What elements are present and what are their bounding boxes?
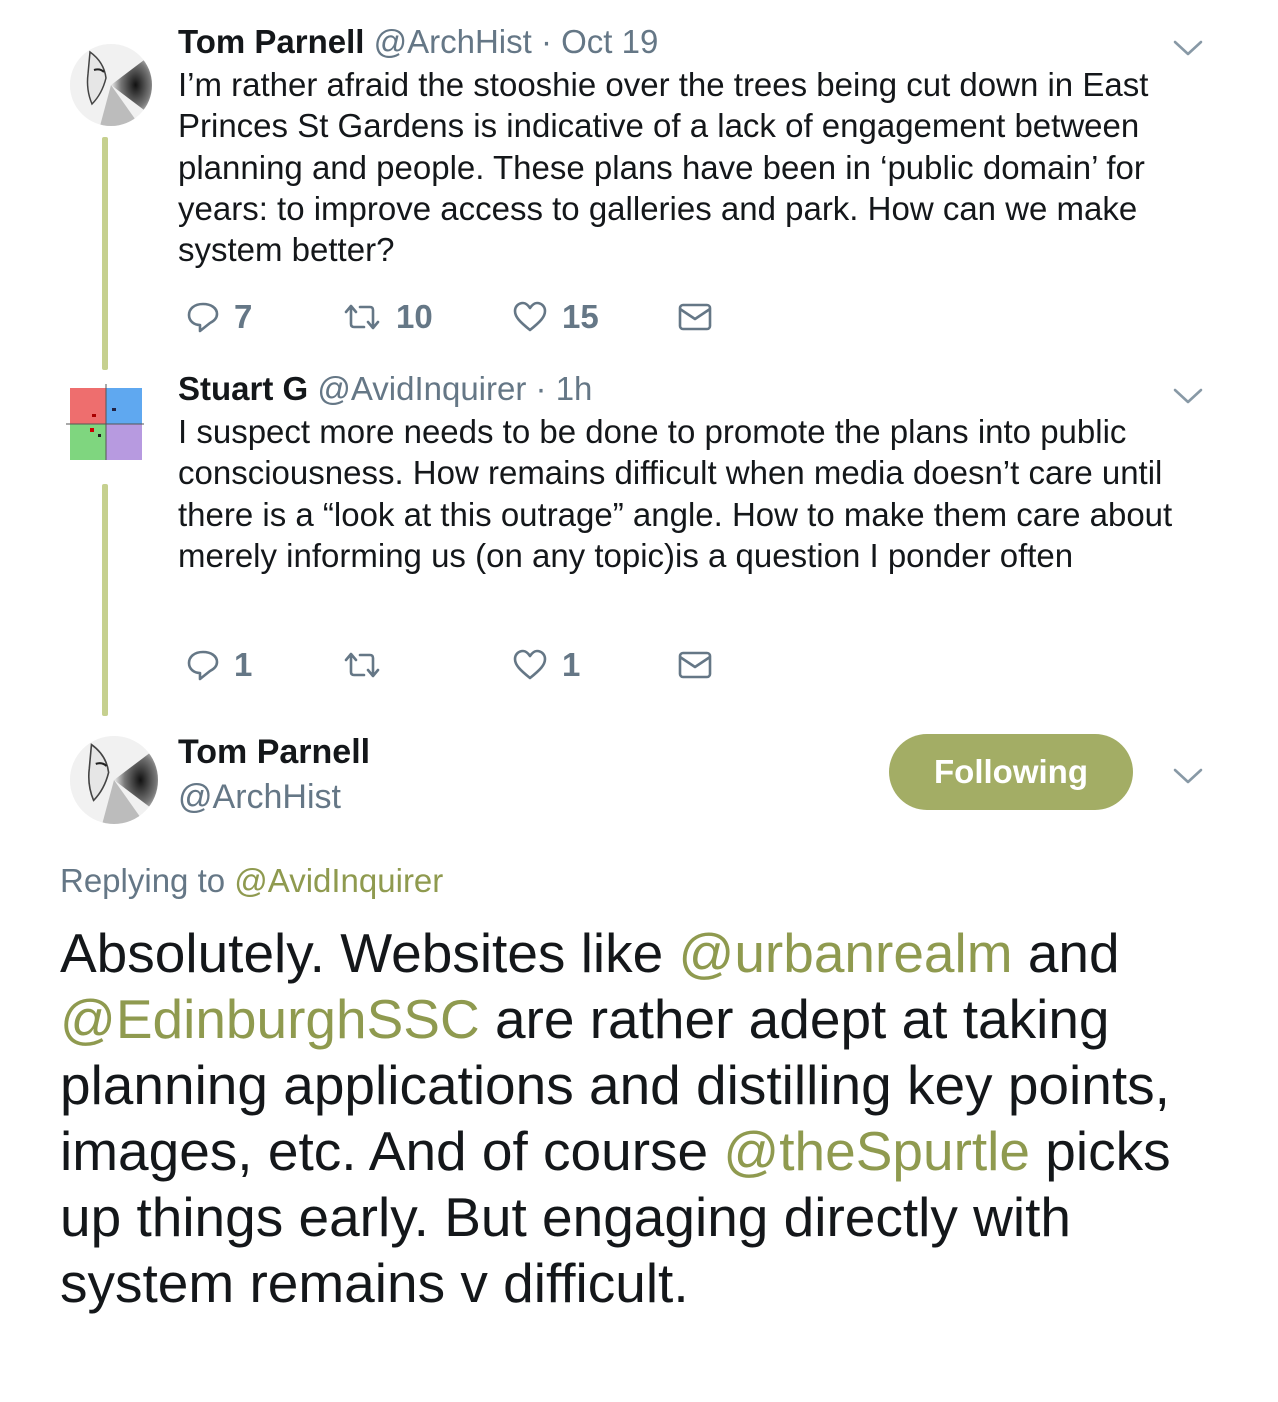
like-count: 15: [562, 298, 599, 335]
author-handle[interactable]: @ArchHist: [374, 23, 532, 60]
dm-icon: [678, 651, 712, 679]
retweet-button[interactable]: 10: [342, 297, 433, 337]
avatar[interactable]: [70, 736, 158, 824]
chevron-down-icon[interactable]: [1172, 386, 1204, 406]
author-name[interactable]: Tom Parnell: [178, 23, 364, 60]
like-icon: [513, 649, 547, 680]
mention-link-urbanrealm[interactable]: @urbanrealm: [679, 922, 1013, 984]
like-button[interactable]: 1: [512, 645, 580, 685]
chevron-down-icon[interactable]: [1172, 766, 1204, 786]
separator-dot: ·: [526, 370, 556, 407]
separator-dot: ·: [531, 23, 562, 60]
tweet-text: I suspect more needs to be done to promo…: [178, 413, 1173, 574]
like-button[interactable]: 15: [512, 297, 599, 337]
tweet-text: I’m rather afraid the stooshie over the …: [178, 66, 1149, 269]
author-handle[interactable]: @AvidInquirer: [317, 370, 526, 407]
author-handle[interactable]: @ArchHist: [178, 776, 341, 818]
text-part: and: [1012, 922, 1120, 984]
like-count: 1: [562, 646, 581, 683]
mention-link-edinburghssc[interactable]: @EdinburghSSC: [60, 988, 480, 1050]
mention-link-thespurtle[interactable]: @theSpurtle: [723, 1120, 1030, 1182]
avatar-image: [70, 44, 152, 126]
reply-count: 1: [234, 646, 253, 683]
thread-line: [102, 137, 108, 370]
text-part: Absolutely. Websites like: [60, 922, 679, 984]
chevron-down-icon[interactable]: [1172, 38, 1204, 58]
replying-prefix: Replying to: [60, 862, 226, 899]
avatar[interactable]: [70, 44, 152, 126]
reply-icon: [187, 650, 219, 681]
author-name[interactable]: Stuart G: [178, 370, 308, 407]
retweet-icon: [344, 304, 380, 330]
main-tweet-text: Absolutely. Websites like @urbanrealm an…: [60, 920, 1240, 1316]
tweet-header: Tom Parnell @ArchHist · Oct 19: [178, 22, 658, 62]
reply-count: 7: [234, 298, 253, 335]
replying-to: Replying to @AvidInquirer: [60, 860, 443, 902]
retweet-icon: [344, 652, 380, 678]
replying-mention-link[interactable]: @AvidInquirer: [234, 862, 443, 899]
avatar[interactable]: [62, 378, 144, 460]
following-button[interactable]: Following: [889, 734, 1133, 810]
thread-line: [102, 484, 108, 716]
tweet-date[interactable]: Oct 19: [561, 23, 658, 60]
reply-button[interactable]: 7: [186, 297, 252, 337]
retweet-count: 10: [396, 298, 433, 335]
tweet-header: Stuart G @AvidInquirer · 1h: [178, 369, 592, 409]
dm-button[interactable]: [678, 297, 712, 337]
dm-icon: [678, 303, 712, 331]
retweet-button[interactable]: [342, 645, 396, 685]
reply-button[interactable]: 1: [186, 645, 252, 685]
tweet-date[interactable]: 1h: [556, 370, 593, 407]
reply-icon: [187, 302, 219, 333]
avatar-image: [66, 384, 144, 460]
like-icon: [513, 301, 547, 332]
avatar-image: [70, 736, 158, 824]
dm-button[interactable]: [678, 645, 712, 685]
author-name[interactable]: Tom Parnell: [178, 731, 370, 773]
